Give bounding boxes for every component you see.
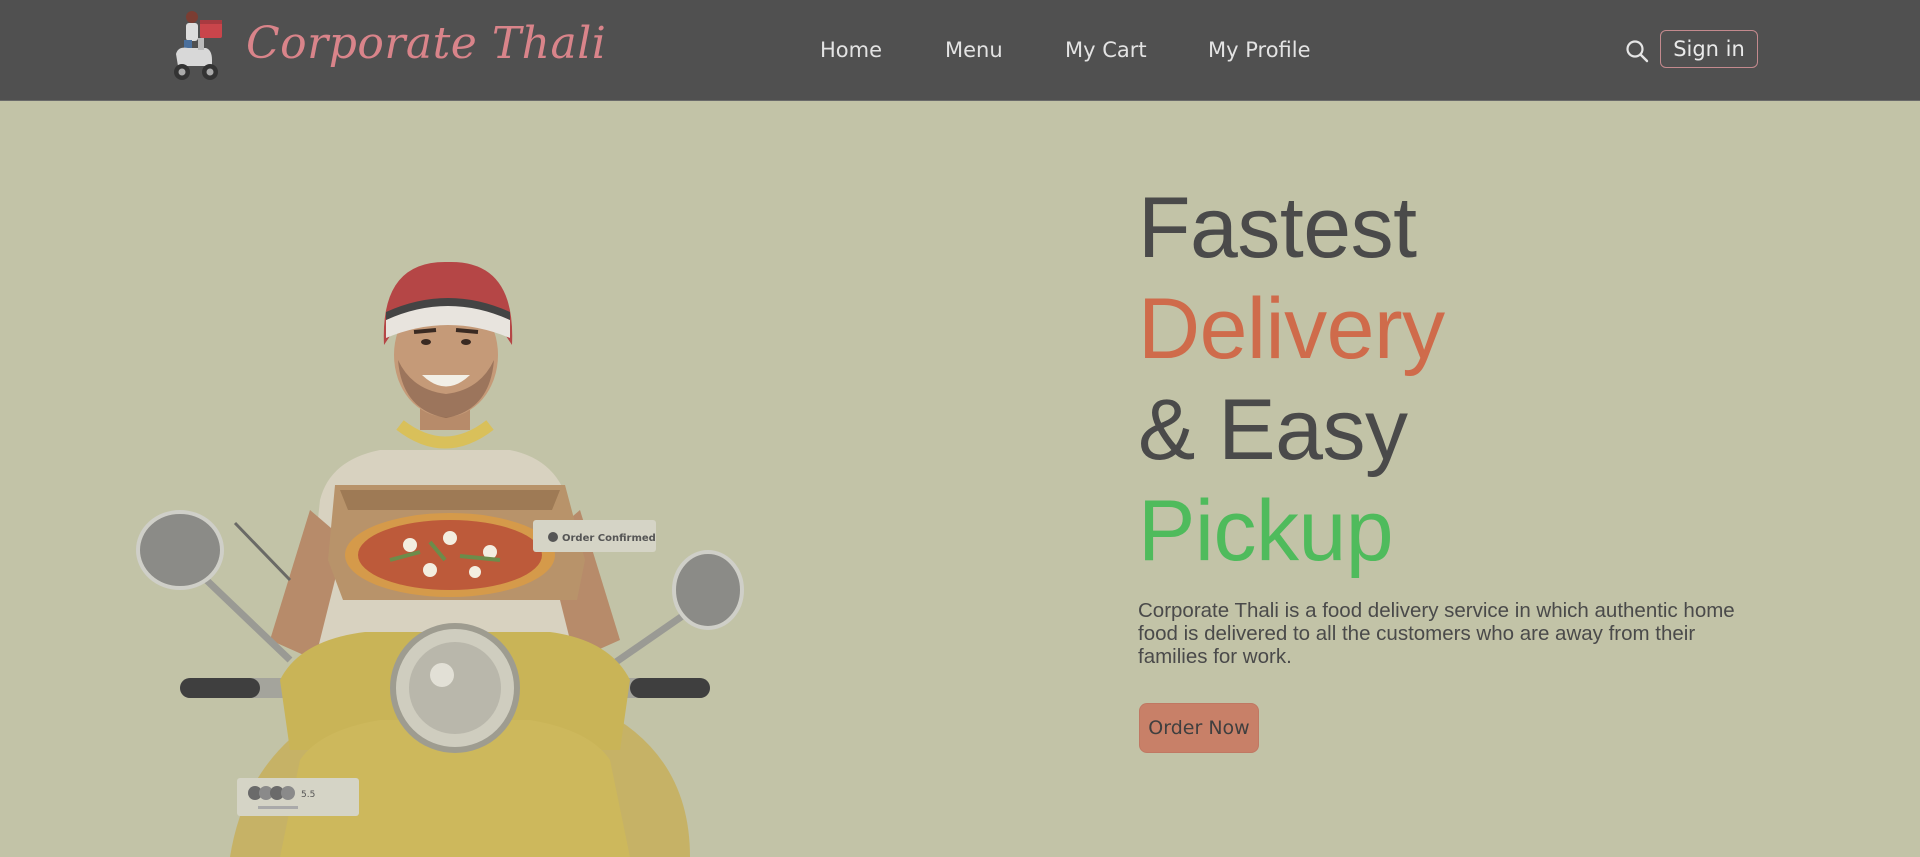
delivery-scooter-logo-icon xyxy=(174,11,222,80)
svg-text:5.5: 5.5 xyxy=(301,790,315,800)
nav-home[interactable]: Home xyxy=(820,34,882,66)
hero-headline: Fastest Delivery & Easy Pickup xyxy=(1138,178,1738,582)
brand-name: Corporate Thali xyxy=(246,18,607,69)
nav-menu[interactable]: Menu xyxy=(945,34,1003,66)
delivery-rider-illustration: Order Confirmed 5.5 xyxy=(136,261,744,857)
headline-easy: & Easy xyxy=(1138,382,1408,478)
svg-text:Order Confirmed: Order Confirmed xyxy=(562,533,656,544)
order-confirmed-badge: Order Confirmed xyxy=(533,520,656,552)
headline-pickup: Pickup xyxy=(1138,483,1394,579)
hero-description: Corporate Thali is a food delivery servi… xyxy=(1138,599,1735,668)
navbar: Corporate Thali Home Menu My Cart My Pro… xyxy=(0,0,1920,101)
nav-my-cart[interactable]: My Cart xyxy=(1065,34,1147,66)
rating-card: 5.5 xyxy=(237,778,359,816)
search-icon[interactable] xyxy=(1624,38,1650,64)
headline-delivery: Delivery xyxy=(1138,281,1445,377)
nav-my-profile[interactable]: My Profile xyxy=(1208,34,1311,66)
hero-section: Fastest Delivery & Easy Pickup Corporate… xyxy=(1138,178,1738,689)
headline-fastest: Fastest xyxy=(1138,180,1417,276)
order-now-button[interactable]: Order Now xyxy=(1139,703,1259,753)
brand-logo-link[interactable]: Corporate Thali xyxy=(0,0,606,100)
sign-in-button[interactable]: Sign in xyxy=(1660,30,1758,68)
